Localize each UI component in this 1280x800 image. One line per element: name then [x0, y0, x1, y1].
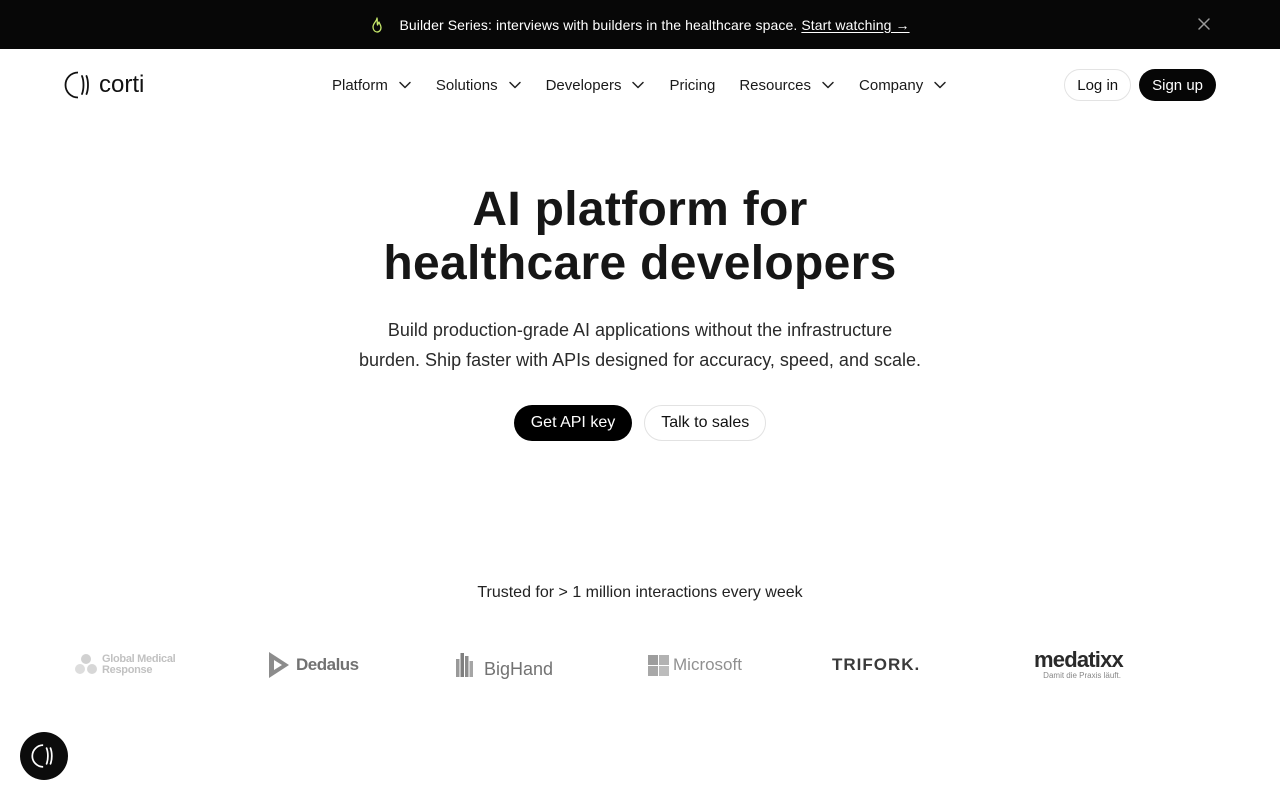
corti-logo-icon	[64, 71, 89, 99]
hero-title-line2: healthcare developers	[383, 237, 897, 290]
corti-logo[interactable]: corti	[64, 70, 144, 100]
logo-dedalus: Dedalus	[267, 640, 359, 690]
announcement-content: Builder Series: interviews with builders…	[0, 0, 1280, 49]
flame-icon	[372, 16, 383, 33]
logo-microsoft-text: Microsoft	[673, 655, 742, 674]
logo-medatixx-text: medatixx	[1034, 647, 1124, 672]
logo-bighand-text: BigHand	[484, 658, 554, 679]
logo-gmr-line2: Response	[102, 664, 153, 676]
hero-subtitle: Build production-grade AI applications w…	[0, 315, 1280, 375]
logo-medatixx: medatixx Damit die Praxis läuft.	[1034, 640, 1124, 690]
chevron-down-icon	[399, 81, 411, 89]
chevron-down-icon	[508, 81, 521, 89]
nav-item-label: Company	[859, 76, 924, 94]
get-api-key-button[interactable]: Get API key	[513, 405, 633, 441]
close-icon[interactable]	[1196, 16, 1212, 32]
chevron-down-icon	[632, 81, 645, 89]
auth-buttons: Log in Sign up	[1064, 69, 1216, 101]
gmr-emblem-icon	[75, 654, 97, 674]
nav-item-company[interactable]: Company	[859, 77, 947, 94]
main-nav: corti Platform Solutions Developers Pric…	[0, 49, 1280, 121]
nav-menu: Platform Solutions Developers Pricing Re…	[332, 71, 971, 99]
talk-to-sales-button[interactable]: Talk to sales	[644, 405, 767, 441]
nav-item-pricing[interactable]: Pricing	[669, 77, 715, 94]
login-button[interactable]: Log in	[1064, 69, 1132, 101]
chat-launcher-button[interactable]	[20, 732, 68, 780]
logo-medatixx-tagline: Damit die Praxis läuft.	[1043, 671, 1121, 680]
signup-button[interactable]: Sign up	[1139, 69, 1216, 101]
logo-microsoft: Microsoft	[648, 640, 742, 690]
nav-item-label: Pricing	[669, 76, 716, 94]
microsoft-emblem-icon	[648, 654, 669, 676]
start-watching-link[interactable]: Start watching →	[801, 17, 909, 33]
logo-dedalus-text: Dedalus	[296, 655, 359, 674]
bighand-emblem-icon	[456, 653, 473, 677]
hero-title: AI platform for healthcare developers	[0, 183, 1280, 291]
nav-item-label: Resources	[739, 76, 812, 94]
nav-item-label: Developers	[545, 76, 622, 94]
dedalus-emblem-icon	[269, 652, 289, 678]
nav-item-label: Platform	[332, 76, 388, 94]
chevron-down-icon	[934, 81, 946, 89]
nav-item-developers[interactable]: Developers	[546, 77, 646, 94]
logo-bighand: BigHand	[455, 640, 553, 690]
announcement-text: Builder Series: interviews with builders…	[399, 16, 798, 33]
corti-chat-icon	[31, 744, 53, 768]
nav-item-platform[interactable]: Platform	[332, 77, 412, 94]
nav-item-resources[interactable]: Resources	[739, 77, 835, 94]
chevron-down-icon	[822, 81, 834, 89]
hero-subtitle-line1: Build production-grade AI applications w…	[387, 320, 893, 340]
announcement-bar: Builder Series: interviews with builders…	[0, 0, 1280, 49]
hero-cta-group: Get API key Talk to sales	[0, 405, 1280, 441]
hero-subtitle-line2: burden. Ship faster with APIs designed f…	[359, 350, 921, 370]
nav-item-label: Solutions	[435, 76, 498, 94]
nav-item-solutions[interactable]: Solutions	[436, 77, 522, 94]
logo-trifork: TRIFORK.	[832, 640, 920, 690]
trusted-heading: Trusted for > 1 million interactions eve…	[477, 584, 803, 601]
brand-name: corti	[99, 71, 145, 98]
logo-global-medical-response: Global Medical Response	[72, 640, 176, 690]
logo-trifork-text: TRIFORK.	[832, 655, 921, 674]
hero-title-line1: AI platform for	[472, 183, 808, 236]
customer-logos: Global Medical Response Dedalus BigHand …	[0, 640, 1280, 690]
